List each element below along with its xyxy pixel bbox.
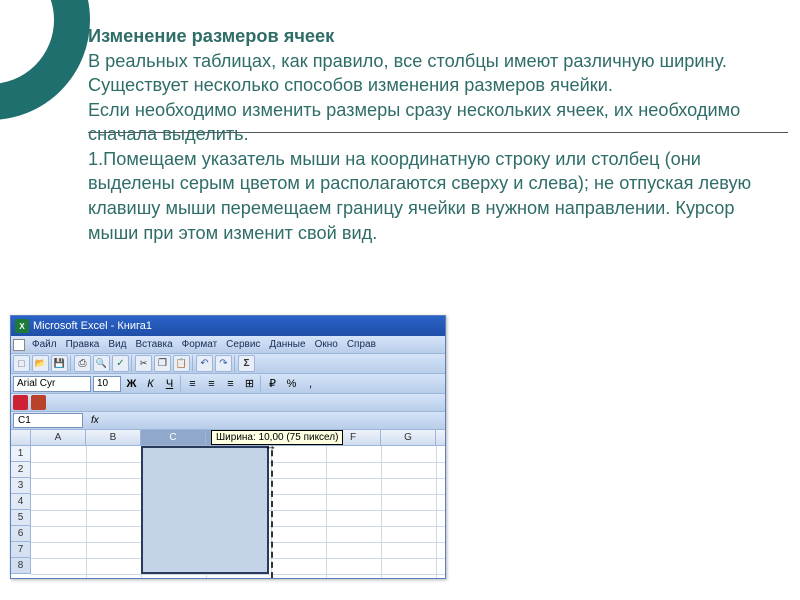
redo-icon[interactable] bbox=[215, 355, 232, 372]
copy-icon[interactable] bbox=[154, 355, 171, 372]
undo-icon[interactable] bbox=[196, 355, 213, 372]
cut-icon[interactable] bbox=[135, 355, 152, 372]
width-tooltip: Ширина: 10,00 (75 пиксел) bbox=[211, 430, 343, 445]
separator-icon bbox=[260, 375, 262, 392]
row-header-6[interactable]: 6 bbox=[11, 526, 31, 542]
open-icon[interactable] bbox=[32, 355, 49, 372]
print-icon[interactable] bbox=[74, 355, 91, 372]
save-icon[interactable] bbox=[51, 355, 68, 372]
row-header-2[interactable]: 2 bbox=[11, 462, 31, 478]
separator-icon bbox=[70, 355, 72, 372]
separator-icon bbox=[192, 355, 194, 372]
new-icon[interactable] bbox=[13, 355, 30, 372]
percent-button[interactable]: % bbox=[283, 375, 300, 392]
document-icon bbox=[13, 339, 25, 351]
window-title: Microsoft Excel - Книга1 bbox=[33, 320, 152, 332]
row-header-5[interactable]: 5 bbox=[11, 510, 31, 526]
select-all-corner[interactable] bbox=[11, 430, 31, 446]
pdf-icon[interactable] bbox=[13, 395, 28, 410]
align-center-button[interactable]: ≡ bbox=[203, 375, 220, 392]
spreadsheet-grid[interactable]: ABCDEFG 12345678 ↔ bbox=[11, 430, 445, 578]
bold-button[interactable]: Ж bbox=[123, 375, 140, 392]
pdf-toolbar bbox=[11, 394, 445, 412]
menu-format[interactable]: Формат bbox=[178, 338, 222, 351]
menu-file[interactable]: Файл bbox=[28, 338, 61, 351]
decorative-ring bbox=[0, 0, 90, 120]
row-header-3[interactable]: 3 bbox=[11, 478, 31, 494]
font-name-box[interactable]: Arial Cyr bbox=[13, 376, 91, 392]
heading: Изменение размеров ячеек bbox=[88, 24, 788, 49]
paragraph-1: В реальных таблицах, как правило, все ст… bbox=[88, 49, 788, 98]
preview-icon[interactable] bbox=[93, 355, 110, 372]
row-header-4[interactable]: 4 bbox=[11, 494, 31, 510]
col-header-A[interactable]: A bbox=[31, 430, 86, 445]
col-header-G[interactable]: G bbox=[381, 430, 436, 445]
menu-view[interactable]: Вид bbox=[104, 338, 130, 351]
separator-icon bbox=[131, 355, 133, 372]
separator-icon bbox=[234, 355, 236, 372]
col-header-B[interactable]: B bbox=[86, 430, 141, 445]
spellcheck-icon[interactable] bbox=[112, 355, 129, 372]
paste-icon[interactable] bbox=[173, 355, 190, 372]
name-box[interactable]: C1 bbox=[13, 413, 83, 428]
row-header-7[interactable]: 7 bbox=[11, 542, 31, 558]
excel-screenshot: X Microsoft Excel - Книга1 Файл Правка В… bbox=[10, 315, 446, 579]
font-size-box[interactable]: 10 bbox=[93, 376, 121, 392]
formula-bar: C1 fx Ширина: 10,00 (75 пиксел) bbox=[11, 412, 445, 430]
cells-area[interactable]: ↔ bbox=[31, 446, 445, 578]
currency-button[interactable]: ₽ bbox=[264, 375, 281, 392]
menu-window[interactable]: Окно bbox=[311, 338, 342, 351]
align-right-button[interactable]: ≡ bbox=[222, 375, 239, 392]
row-header-1[interactable]: 1 bbox=[11, 446, 31, 462]
menu-edit[interactable]: Правка bbox=[62, 338, 104, 351]
separator-icon bbox=[180, 375, 182, 392]
standard-toolbar bbox=[11, 354, 445, 374]
excel-app-icon: X bbox=[15, 319, 29, 333]
column-selection bbox=[141, 446, 269, 574]
row-headers[interactable]: 12345678 bbox=[11, 446, 31, 574]
menu-data[interactable]: Данные bbox=[265, 338, 309, 351]
menu-insert[interactable]: Вставка bbox=[131, 338, 176, 351]
paragraph-2: Если необходимо изменить размеры сразу н… bbox=[88, 98, 788, 147]
underline-button[interactable]: Ч bbox=[161, 375, 178, 392]
col-header-C[interactable]: C bbox=[141, 430, 206, 445]
menu-help[interactable]: Справ bbox=[343, 338, 380, 351]
paragraph-3: 1.Помещаем указатель мыши на координатну… bbox=[88, 147, 788, 245]
fx-label[interactable]: fx bbox=[91, 415, 99, 426]
autosum-icon[interactable] bbox=[238, 355, 255, 372]
formatting-toolbar: Arial Cyr 10 Ж К Ч ≡ ≡ ≡ ⊞ ₽ % , bbox=[11, 374, 445, 394]
italic-button[interactable]: К bbox=[142, 375, 159, 392]
align-left-button[interactable]: ≡ bbox=[184, 375, 201, 392]
pdf-convert-icon[interactable] bbox=[31, 395, 46, 410]
slide-content: Изменение размеров ячеек В реальных табл… bbox=[88, 24, 788, 245]
row-header-8[interactable]: 8 bbox=[11, 558, 31, 574]
menu-tools[interactable]: Сервис bbox=[222, 338, 264, 351]
comma-button[interactable]: , bbox=[302, 375, 319, 392]
titlebar: X Microsoft Excel - Книга1 bbox=[11, 316, 445, 336]
merge-button[interactable]: ⊞ bbox=[241, 375, 258, 392]
menubar: Файл Правка Вид Вставка Формат Сервис Да… bbox=[11, 336, 445, 354]
